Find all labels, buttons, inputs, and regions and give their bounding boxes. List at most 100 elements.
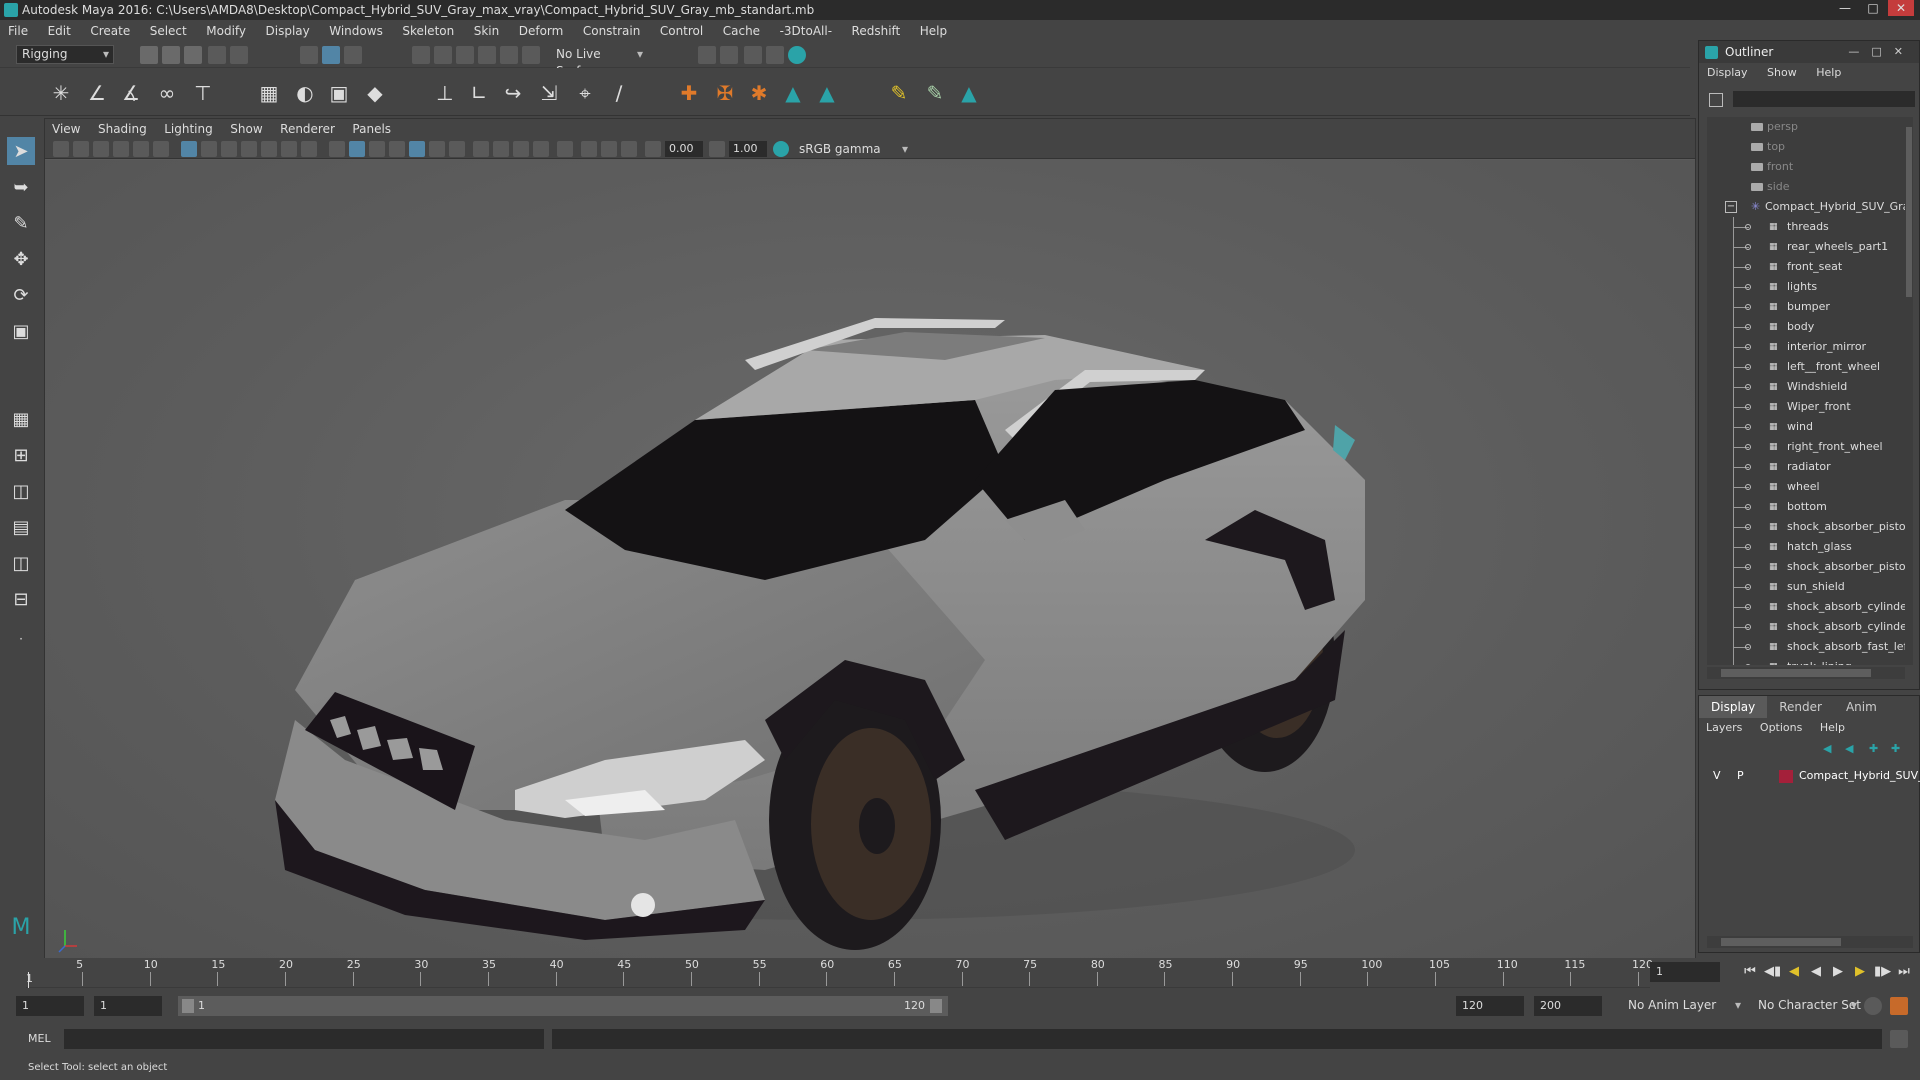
outliner-item-row[interactable]: ▦ wind (1707, 417, 1905, 437)
persp-graph-icon[interactable]: ▤ (7, 513, 35, 541)
close-icon[interactable]: ✕ (1888, 0, 1914, 16)
smooth-shade-icon[interactable] (349, 141, 365, 157)
outliner-group-row[interactable]: − ✳ Compact_Hybrid_SUV_Gra (1707, 197, 1905, 217)
new-scene-icon[interactable] (140, 46, 158, 64)
go-to-end-icon[interactable]: ⏭ (1896, 964, 1912, 979)
layer-visibility-toggle[interactable]: V (1713, 766, 1721, 786)
menu-help[interactable]: Help (920, 24, 947, 38)
move-tool-icon[interactable]: ✥ (7, 245, 35, 273)
snap-point-icon[interactable] (456, 46, 474, 64)
outliner-item-row[interactable]: ▦ shock_absorb_cylinder (1707, 597, 1905, 617)
aim-constraint-icon[interactable]: ⌖ (572, 80, 598, 106)
step-forward-key-icon[interactable]: ▶ (1852, 964, 1868, 979)
start-time-field[interactable]: 1 (16, 996, 84, 1016)
ik-handle-icon[interactable]: ∠ (84, 80, 110, 106)
resolution-gate-icon[interactable] (221, 141, 237, 157)
outliner-item-row[interactable]: ▦ threads (1707, 217, 1905, 237)
current-frame-field[interactable]: 1 (1650, 962, 1720, 982)
camera-attr-icon[interactable] (73, 141, 89, 157)
menu-control[interactable]: Control (660, 24, 703, 38)
ipr-render-icon[interactable] (744, 46, 762, 64)
set-driven-key-icon[interactable]: ✎ (886, 80, 912, 106)
shadows-icon[interactable] (449, 141, 465, 157)
menu-cache[interactable]: Cache (723, 24, 760, 38)
ik-spline-icon[interactable]: ∡ (118, 80, 144, 106)
key-icon[interactable]: ✱ (746, 80, 772, 106)
playback-end-field[interactable]: 120 (1456, 996, 1524, 1016)
outliner-list[interactable]: persp top front side − ✳ Compact_Hybrid_… (1707, 117, 1905, 665)
time-slider-track[interactable]: 1 5 10 15 20 25 30 35 40 45 50 55 60 65 70 75 80 85 90 95 1… (26, 958, 1653, 988)
snap-curve-icon[interactable] (434, 46, 452, 64)
menu-constrain[interactable]: Constrain (583, 24, 641, 38)
menu-edit[interactable]: Edit (48, 24, 71, 38)
vp-menu-shading[interactable]: Shading (98, 122, 147, 136)
xray-components-icon[interactable] (621, 141, 637, 157)
parent-constraint-icon[interactable]: ⊥ (432, 80, 458, 106)
outliner-window-controls[interactable]: —□✕ (1848, 41, 1915, 63)
layer-menu-help[interactable]: Help (1820, 721, 1845, 734)
tab-render[interactable]: Render (1767, 696, 1834, 718)
outliner-item-row[interactable]: ▦ wheel (1707, 477, 1905, 497)
orient-constraint-icon[interactable]: ↪ (500, 80, 526, 106)
open-scene-icon[interactable] (162, 46, 180, 64)
outliner-item-row[interactable]: ▦ bottom (1707, 497, 1905, 517)
cluster-icon[interactable]: ◆ (362, 80, 388, 106)
play-forwards-icon[interactable]: ▶ (1830, 964, 1846, 979)
outliner-item-row[interactable]: ▦ Windshield (1707, 377, 1905, 397)
undo-icon[interactable] (208, 46, 226, 64)
step-back-icon[interactable]: ◀▮ (1764, 964, 1781, 979)
outliner-item-row[interactable]: ▦ front_seat (1707, 257, 1905, 277)
gamma-icon[interactable] (709, 141, 725, 157)
vp-menu-show[interactable]: Show (230, 122, 262, 136)
select-component-icon[interactable] (344, 46, 362, 64)
outliner-camera-row[interactable]: side (1707, 177, 1905, 197)
anim-preferences-icon[interactable] (1890, 997, 1908, 1015)
outliner-item-row[interactable]: ▦ body (1707, 317, 1905, 337)
refresh-icon[interactable] (1709, 93, 1723, 107)
ambient-occlusion-icon[interactable] (473, 141, 489, 157)
play-backwards-icon[interactable]: ◀ (1808, 964, 1824, 979)
vp-menu-renderer[interactable]: Renderer (280, 122, 335, 136)
lasso-tool-icon[interactable]: ➥ (7, 173, 35, 201)
outliner-hscrollbar[interactable] (1707, 667, 1905, 679)
auto-key-icon[interactable] (1864, 997, 1882, 1015)
range-start-handle[interactable] (182, 999, 194, 1013)
outliner-item-row[interactable]: ▦ right_front_wheel (1707, 437, 1905, 457)
save-scene-icon[interactable] (184, 46, 202, 64)
menu-3dtoall[interactable]: -3DtoAll- (780, 24, 832, 38)
outliner-menu-display[interactable]: Display (1707, 66, 1748, 79)
menu-select[interactable]: Select (150, 24, 187, 38)
end-time-field[interactable]: 200 (1534, 996, 1602, 1016)
layer-menu-options[interactable]: Options (1760, 721, 1802, 734)
outliner-item-row[interactable]: ▦ shock_absorber_pistor (1707, 517, 1905, 537)
wireframe-on-shaded-icon[interactable] (389, 141, 405, 157)
use-lights-icon[interactable] (429, 141, 445, 157)
anim-layer-dropdown[interactable]: No Anim Layer (1622, 996, 1746, 1016)
menu-create[interactable]: Create (90, 24, 130, 38)
rotate-tool-icon[interactable]: ⟳ (7, 281, 35, 309)
paint-weights-icon[interactable]: ◐ (292, 80, 318, 106)
outliner-hscroll-thumb[interactable] (1721, 669, 1871, 677)
scale-tool-icon[interactable]: ▣ (7, 317, 35, 345)
suv-model-render[interactable]: persp (45, 160, 1695, 960)
hik-icon[interactable]: ▲ (780, 80, 806, 106)
select-camera-icon[interactable] (53, 141, 69, 157)
mode-dropdown[interactable]: Rigging (16, 45, 114, 64)
outliner-item-row[interactable]: ▦ shock_absorber_pistor (1707, 557, 1905, 577)
outliner-item-row[interactable]: ▦ radiator (1707, 457, 1905, 477)
outliner-item-row[interactable]: ▦ Wiper_front (1707, 397, 1905, 417)
antialiasing-icon[interactable] (513, 141, 529, 157)
bookmark-icon[interactable] (93, 141, 109, 157)
depth-of-field-icon[interactable] (533, 141, 549, 157)
outliner-item-row[interactable]: ▦ bumper (1707, 297, 1905, 317)
four-view-icon[interactable]: ⊞ (7, 441, 35, 469)
outliner-item-row[interactable]: ▦ sun_shield (1707, 577, 1905, 597)
select-object-icon[interactable] (322, 46, 340, 64)
snap-grid-icon[interactable] (412, 46, 430, 64)
command-language-label[interactable]: MEL (28, 1032, 51, 1045)
xray-icon[interactable] (581, 141, 597, 157)
snap-view-icon[interactable] (522, 46, 540, 64)
side-by-side-icon[interactable]: ◫ (7, 477, 35, 505)
grease-pencil-icon[interactable] (153, 141, 169, 157)
point-constraint-icon[interactable]: ∟ (466, 80, 492, 106)
